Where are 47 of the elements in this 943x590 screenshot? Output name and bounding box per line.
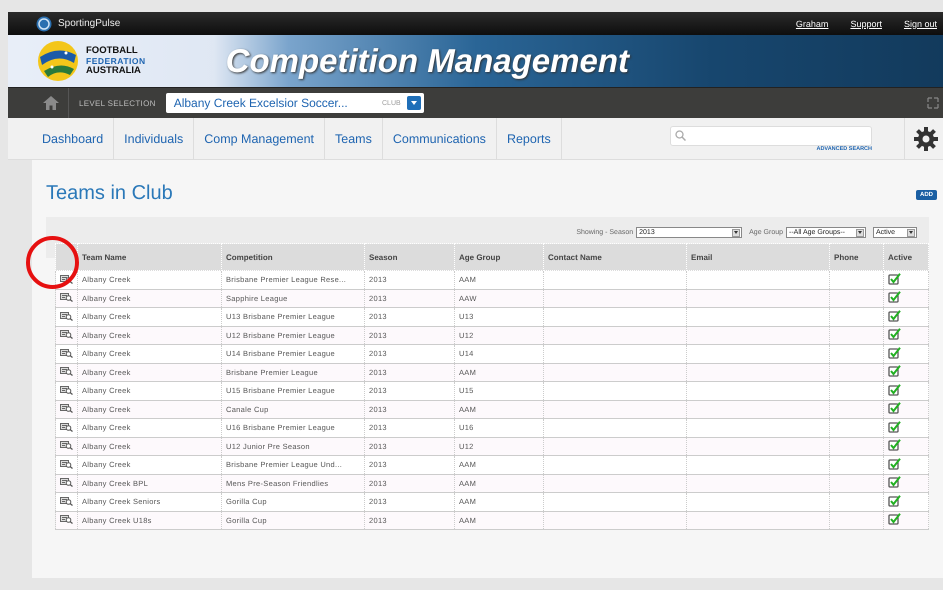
view-details-icon[interactable] — [60, 274, 73, 284]
search-icon — [675, 130, 686, 141]
page-title: Teams in Club — [46, 182, 173, 205]
column-header: Active — [884, 244, 928, 270]
column-header: Team Name — [78, 244, 222, 270]
view-details-icon[interactable] — [60, 292, 73, 302]
nav-tab[interactable]: Reports — [496, 118, 562, 159]
column-header: Phone — [830, 244, 884, 270]
view-details-icon[interactable] — [60, 366, 73, 376]
view-details-icon[interactable] — [60, 496, 73, 506]
settings-icon[interactable] — [913, 126, 939, 152]
nav-tab[interactable]: Dashboard — [32, 118, 114, 159]
view-details-icon[interactable] — [60, 440, 73, 450]
view-details-icon[interactable] — [60, 514, 73, 524]
search-field[interactable] — [670, 126, 872, 146]
expand-icon[interactable] — [927, 97, 939, 109]
level-selection-label: LEVEL SELECTION — [79, 98, 156, 108]
view-details-icon[interactable] — [60, 310, 73, 321]
view-details-icon[interactable] — [60, 403, 73, 414]
view-details-icon[interactable] — [60, 458, 73, 469]
header-link[interactable]: Support — [850, 18, 882, 28]
header-link[interactable]: Sign out — [904, 18, 937, 28]
view-details-icon[interactable] — [60, 329, 73, 340]
home-icon[interactable] — [43, 96, 59, 110]
dropdown-caret-icon — [858, 231, 862, 234]
dropdown-caret-icon — [909, 231, 913, 234]
header-link[interactable]: Graham — [796, 18, 828, 28]
column-header: Contact Name — [544, 244, 686, 270]
view-details-icon[interactable] — [60, 384, 73, 395]
view-details-icon[interactable] — [60, 422, 73, 432]
nav-tab[interactable]: Teams — [325, 118, 383, 159]
column-header: Competition — [222, 244, 364, 270]
annotation-circle — [26, 236, 79, 289]
column-header: Season — [364, 244, 454, 270]
federation-name: FOOTBALL FEDERATION AUSTRALIA — [86, 46, 146, 76]
football-federation-logo-icon — [36, 39, 80, 83]
nav-tab[interactable]: Communications — [382, 118, 497, 159]
dropdown-caret-icon — [734, 231, 738, 234]
nav-tab[interactable]: Individuals — [114, 118, 194, 159]
column-header: Age Group — [454, 244, 544, 270]
dropdown-caret-icon — [410, 101, 417, 105]
view-details-icon[interactable] — [60, 348, 73, 358]
sportingpulse-logo-icon — [36, 16, 52, 32]
brand-name: SportingPulse — [58, 18, 120, 29]
view-details-icon[interactable] — [60, 477, 73, 488]
column-header: Email — [686, 244, 830, 270]
nav-tab[interactable]: Comp Management — [194, 118, 326, 159]
